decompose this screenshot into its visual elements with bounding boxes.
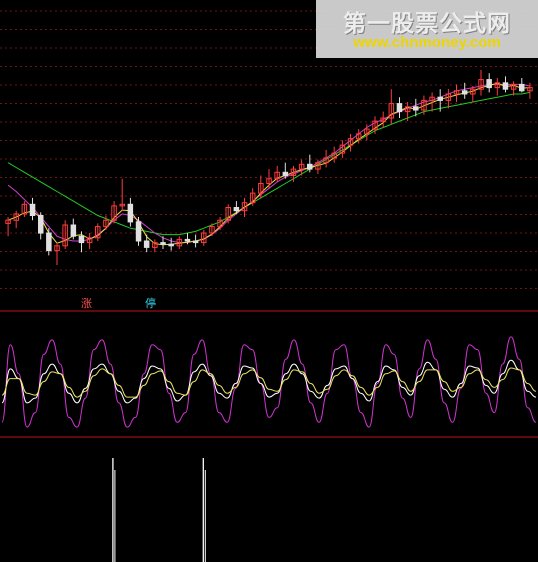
candle-body [46,232,52,252]
candle-body [29,203,36,217]
candle-body [70,224,77,237]
candle-body [486,79,492,89]
watermark-title: 第一股票公式网 [343,11,511,37]
chart-canvas [0,10,538,562]
oscillator-line-white [1,359,537,404]
limit-up-marker: 涨 [81,297,92,310]
candle-body [135,221,142,242]
candle-body [461,90,468,95]
candle-body [437,96,443,101]
candlestick-series [5,70,533,265]
candle-body [519,83,525,92]
limit-stop-marker: 停 [145,297,156,310]
oscillator-line-magenta [1,336,537,428]
ma-line-green [7,91,530,236]
candle-body [168,243,174,247]
candle-body [160,242,166,245]
oscillator-lines [1,336,537,428]
watermark-url: www.chnmoney.com [353,34,501,51]
site-watermark: 第一股票公式网 www.chnmoney.com [316,0,538,58]
candle-body [192,240,199,244]
moving-average-lines [7,82,530,246]
candle-body [143,240,150,248]
candle-body [396,103,403,113]
candle-body [38,215,44,234]
ma-line-yellow [7,82,530,246]
candle-body [78,235,85,244]
ma-line-magenta [7,83,530,244]
candle-body [307,163,313,170]
candle-body [413,106,419,111]
candle-body [282,171,289,177]
candle-body [233,207,240,212]
candle-body [502,82,509,90]
candle-body [127,203,134,223]
candle-body [184,238,191,242]
signal-spikes [112,458,206,562]
